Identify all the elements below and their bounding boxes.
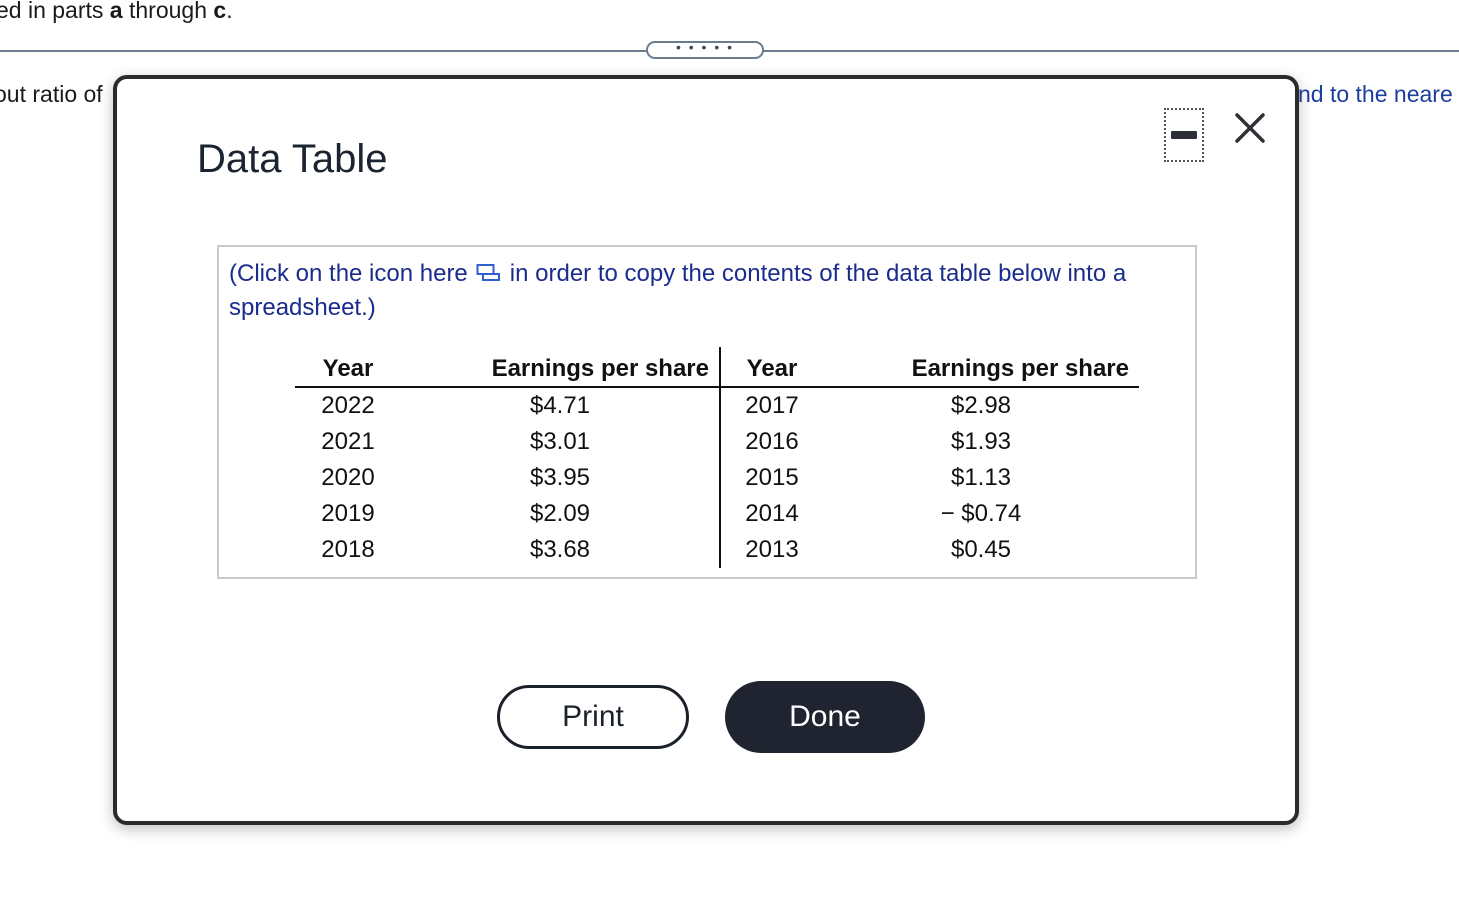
table-cell-year: 2018 — [321, 536, 375, 563]
column-header-eps: Earnings per share — [401, 347, 720, 388]
data-table-container: (Click on the icon here in order to copy… — [217, 245, 1197, 579]
handle-dots: • • • • • — [675, 39, 735, 55]
table-cell-year: 2017 — [719, 387, 823, 424]
table-cell-year: 2019 — [321, 500, 375, 527]
table-cell-year: 2021 — [321, 428, 375, 455]
column-header-year: Year — [295, 347, 401, 388]
background-text-part: through — [122, 0, 214, 23]
table-cell-year: 2020 — [321, 464, 375, 491]
expand-handle[interactable]: • • • • • — [646, 39, 764, 59]
table-row: 2019 $2.09 2014 − $0.74 — [295, 496, 1139, 532]
minimize-button[interactable] — [1164, 108, 1204, 162]
data-table-modal: Data Table (Click on the icon here in or… — [113, 75, 1299, 825]
print-button[interactable]: Print — [497, 685, 689, 749]
background-text-part: ed in parts — [0, 0, 110, 23]
copy-spreadsheet-icon[interactable] — [476, 258, 500, 291]
table-cell-eps: $2.09 — [529, 500, 591, 527]
background-text-part: . — [226, 0, 233, 23]
background-question-text: out ratio of — [0, 81, 103, 107]
table-cell-year: 2022 — [321, 392, 375, 419]
done-button[interactable]: Done — [725, 681, 925, 753]
background-text-part-c: c — [213, 0, 227, 23]
earnings-table: Year Earnings per share Year Earnings pe… — [295, 347, 1139, 568]
table-row: 2022 $4.71 2017 $2.98 — [295, 387, 1139, 424]
close-icon — [1235, 113, 1265, 143]
table-cell-eps: $0.45 — [950, 536, 1012, 563]
table-cell-eps: $1.93 — [950, 428, 1012, 455]
table-cell-year: 2015 — [719, 460, 823, 496]
table-cell-eps: $3.95 — [529, 464, 591, 491]
table-cell-year: 2016 — [719, 424, 823, 460]
column-header-year: Year — [719, 347, 823, 388]
table-cell-eps: $3.01 — [529, 428, 591, 455]
close-button[interactable] — [1232, 110, 1268, 146]
column-header-eps: Earnings per share — [823, 347, 1139, 388]
copy-instructions-text: (Click on the icon here — [229, 260, 468, 287]
table-cell-year: 2014 — [719, 496, 823, 532]
table-row: 2018 $3.68 2013 $0.45 — [295, 532, 1139, 568]
background-link-text: nd to the neare — [1298, 81, 1453, 107]
background-instruction-text: ed in parts a through c. — [0, 0, 233, 24]
table-row: 2021 $3.01 2016 $1.93 — [295, 424, 1139, 460]
table-cell-year: 2013 — [719, 532, 823, 568]
minimize-icon — [1171, 131, 1197, 139]
table-row: 2020 $3.95 2015 $1.13 — [295, 460, 1139, 496]
table-cell-eps: $4.71 — [529, 392, 591, 419]
table-cell-eps: $1.13 — [950, 464, 1012, 491]
modal-title: Data Table — [197, 137, 388, 181]
table-cell-eps: $2.98 — [950, 392, 1012, 419]
table-cell-eps: $3.68 — [529, 536, 591, 563]
table-header-row: Year Earnings per share Year Earnings pe… — [295, 347, 1139, 388]
table-cell-eps: − $0.74 — [940, 500, 1022, 527]
background-text-part-a: a — [109, 0, 123, 23]
copy-instructions: (Click on the icon here in order to copy… — [229, 257, 1179, 324]
